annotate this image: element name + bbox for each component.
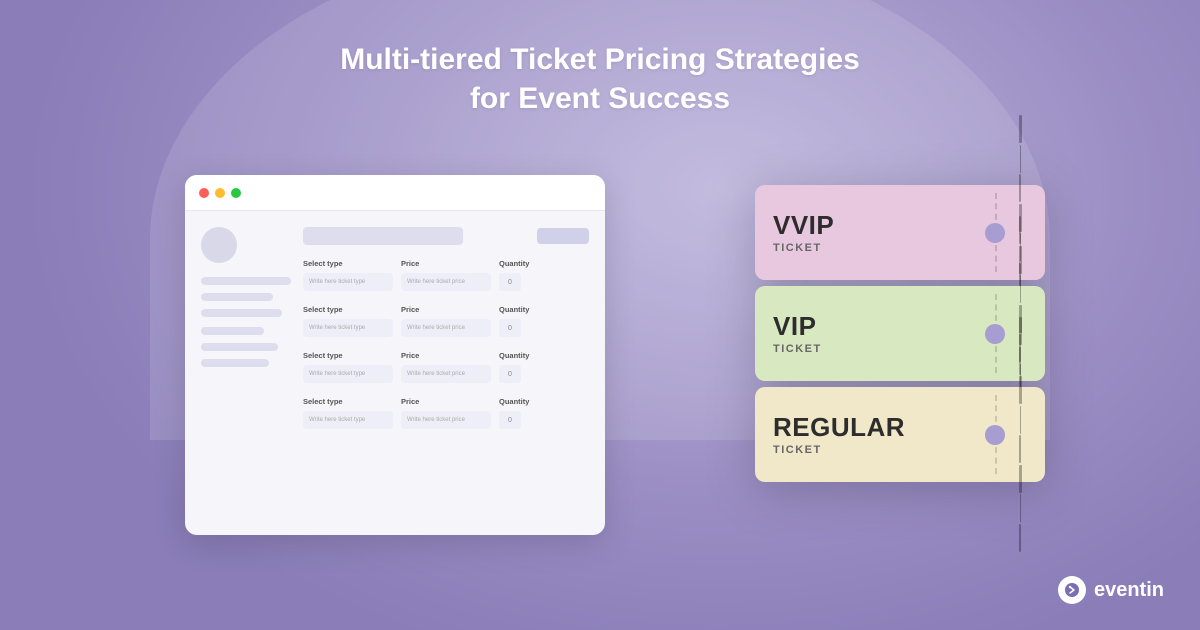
- ticket-type-input[interactable]: Write here ticket type: [303, 319, 393, 337]
- ticket-row-3: Select type Price Quantity Write here ti…: [303, 351, 589, 383]
- regular-barcode: [1019, 317, 1022, 552]
- app-sidebar: [201, 227, 291, 443]
- row-inputs: Write here ticket type Write here ticket…: [303, 273, 589, 291]
- page-content: Multi-tiered Ticket Pricing Strategies f…: [0, 0, 1200, 630]
- ticket-type-input[interactable]: Write here ticket type: [303, 273, 393, 291]
- row-labels: Select type Price Quantity: [303, 305, 589, 314]
- sidebar-avatar: [201, 227, 237, 263]
- ticket-price-input[interactable]: Write here ticket price: [401, 411, 491, 429]
- search-bar-mock: [303, 227, 463, 245]
- ticket-price-input[interactable]: Write here ticket price: [401, 319, 491, 337]
- minimize-button-dot[interactable]: [215, 188, 225, 198]
- vvip-ticket: VVIP TICKET: [755, 185, 1045, 280]
- ticket-price-input[interactable]: Write here ticket price: [401, 365, 491, 383]
- vip-ticket: VIP TICKET: [755, 286, 1045, 381]
- browser-titlebar: [185, 175, 605, 211]
- row-inputs: Write here ticket type Write here ticket…: [303, 365, 589, 383]
- ticket-quantity-input[interactable]: 0: [499, 273, 521, 291]
- vvip-ticket-body: VVIP TICKET: [755, 185, 995, 280]
- ticket-row-2: Select type Price Quantity Write here ti…: [303, 305, 589, 337]
- ticket-quantity-input[interactable]: 0: [499, 319, 521, 337]
- browser-inner: Select type Price Quantity Write here ti…: [185, 211, 605, 459]
- eventin-svg-icon: [1064, 582, 1080, 598]
- regular-ticket-body: REGULAR TICKET: [755, 387, 995, 482]
- ticket-quantity-input[interactable]: 0: [499, 411, 521, 429]
- eventin-logo: eventin: [1058, 576, 1164, 604]
- ticket-type-input[interactable]: Write here ticket type: [303, 365, 393, 383]
- ticket-quantity-input[interactable]: 0: [499, 365, 521, 383]
- maximize-button-dot[interactable]: [231, 188, 241, 198]
- ticket-price-input[interactable]: Write here ticket price: [401, 273, 491, 291]
- close-button-dot[interactable]: [199, 188, 209, 198]
- sidebar-nav-item: [201, 359, 269, 367]
- row-labels: Select type Price Quantity: [303, 351, 589, 360]
- ticket-row-1: Select type Price Quantity Write here ti…: [303, 259, 589, 291]
- row-inputs: Write here ticket type Write here ticket…: [303, 319, 589, 337]
- tickets-stack: VVIP TICKET VIP T: [755, 185, 1045, 488]
- sidebar-nav-item: [201, 293, 273, 301]
- regular-ticket: REGULAR TICKET: [755, 387, 1045, 482]
- row-labels: Select type Price Quantity: [303, 397, 589, 406]
- ticket-type-input[interactable]: Write here ticket type: [303, 411, 393, 429]
- page-title: Multi-tiered Ticket Pricing Strategies f…: [0, 40, 1200, 118]
- sidebar-nav-item: [201, 277, 291, 285]
- app-main-content: Select type Price Quantity Write here ti…: [303, 227, 589, 443]
- browser-mockup: Select type Price Quantity Write here ti…: [185, 175, 605, 535]
- save-button-mock: [537, 228, 589, 244]
- sidebar-nav-item: [201, 327, 264, 335]
- vip-ticket-body: VIP TICKET: [755, 286, 995, 381]
- sidebar-nav-item: [201, 343, 278, 351]
- row-inputs: Write here ticket type Write here ticket…: [303, 411, 589, 429]
- title-area: Multi-tiered Ticket Pricing Strategies f…: [0, 0, 1200, 118]
- row-labels: Select type Price Quantity: [303, 259, 589, 268]
- eventin-icon: [1058, 576, 1086, 604]
- ticket-row-4: Select type Price Quantity Write here ti…: [303, 397, 589, 429]
- sidebar-nav-item: [201, 309, 282, 317]
